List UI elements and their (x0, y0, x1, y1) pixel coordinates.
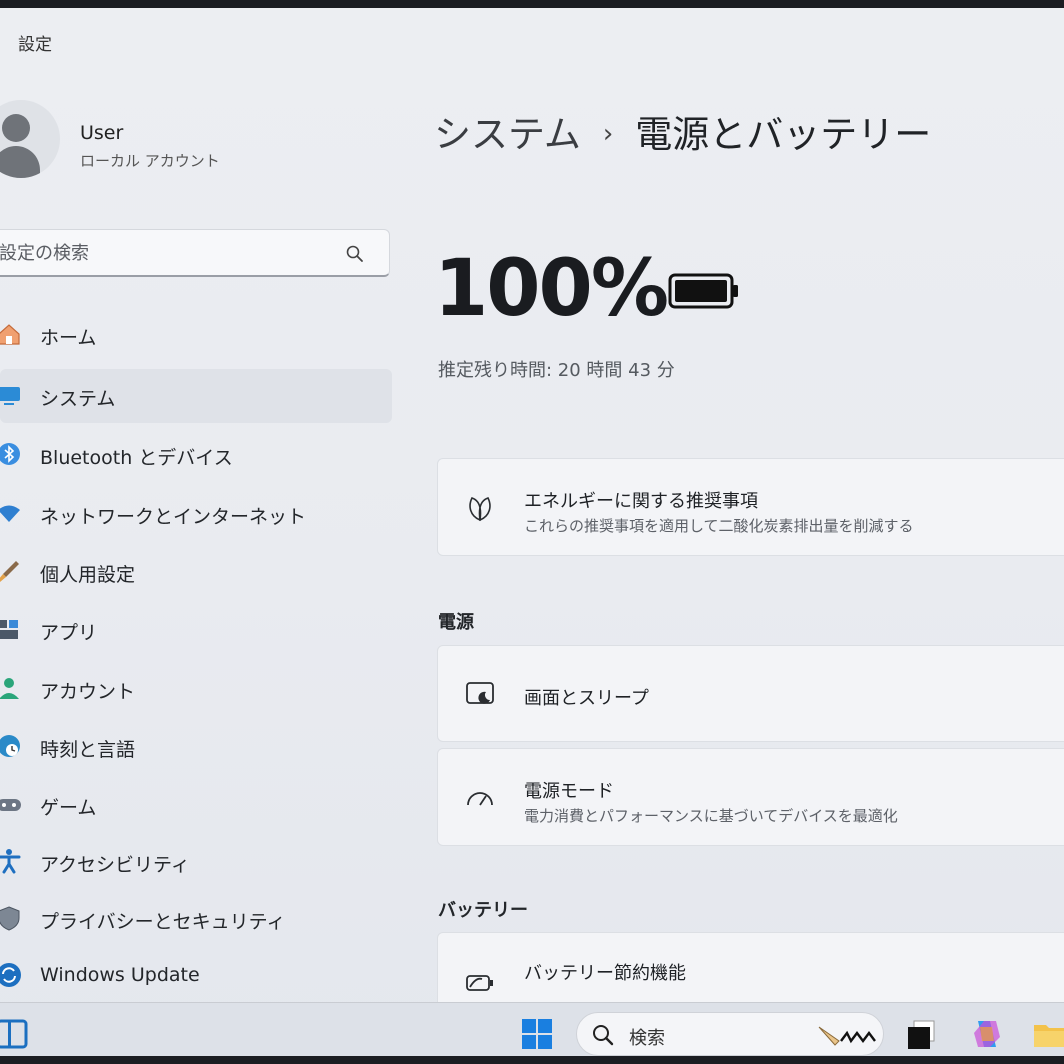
sidebar-item-label: アクセシビリティ (40, 854, 190, 876)
sidebar-item-personalization[interactable]: 個人用設定 (0, 545, 392, 599)
remaining-time: 推定残り時間: 20 時間 43 分 (438, 360, 675, 381)
apps-icon (0, 620, 18, 639)
settings-search-box[interactable] (0, 229, 390, 277)
search-input[interactable] (0, 239, 319, 267)
breadcrumb: システム › 電源とバッテリー (434, 104, 931, 158)
sidebar-item-windows-update[interactable]: Windows Update (0, 949, 392, 1003)
app-black-icon[interactable] (904, 1017, 938, 1051)
sidebar-item-label: アプリ (40, 622, 98, 644)
power-mode-card[interactable]: 電源モード 電力消費とパフォーマンスに基づいてデバイスを最適化 (437, 748, 1064, 846)
search-highlight-icon (818, 1026, 876, 1046)
sidebar-item-bluetooth[interactable]: Bluetooth とデバイス (0, 428, 392, 482)
wifi-icon (0, 505, 20, 522)
user-name: User (80, 122, 124, 144)
avatar[interactable] (0, 100, 60, 178)
start-icon[interactable] (520, 1017, 554, 1051)
page-title: 電源とバッテリー (635, 113, 932, 156)
sidebar-item-time-language[interactable]: 時刻と言語 (0, 720, 392, 774)
sidebar-item-label: システム (40, 388, 116, 410)
card-title: 電源モード (524, 781, 614, 802)
sidebar-item-apps[interactable]: アプリ (0, 603, 392, 657)
sidebar-item-label: ネットワークとインターネット (40, 506, 307, 528)
sidebar-item-accounts[interactable]: アカウント (0, 662, 392, 716)
breadcrumb-separator: › (602, 119, 614, 149)
breadcrumb-parent[interactable]: システム (434, 113, 581, 156)
sidebar-item-label: 個人用設定 (40, 564, 136, 586)
time-language-icon (0, 735, 20, 757)
sidebar-item-label: アカウント (40, 681, 136, 703)
sidebar-item-label: ゲーム (40, 797, 97, 819)
sidebar-item-label: 時刻と言語 (40, 739, 136, 761)
battery-percentage: 100% (434, 244, 669, 334)
update-icon (0, 963, 21, 987)
battery-saver-icon (466, 975, 493, 991)
screen-sleep-card[interactable]: 画面とスリープ (437, 645, 1064, 742)
search-icon[interactable] (345, 244, 365, 264)
sidebar-item-label: ホーム (40, 327, 97, 349)
shield-icon (0, 906, 20, 931)
sidebar-item-network[interactable]: ネットワークとインターネット (0, 487, 392, 541)
accessibility-icon (0, 849, 21, 874)
gamepad-icon (0, 799, 21, 811)
sidebar-item-home[interactable]: ホーム (0, 308, 392, 362)
taskbar: 検索 (0, 1002, 1064, 1056)
gauge-icon (467, 792, 493, 806)
section-header-power: 電源 (438, 612, 474, 633)
settings-window: 設定 User ローカル アカウント ホーム システム (0, 8, 1064, 1056)
sidebar-item-label: Windows Update (40, 964, 200, 986)
card-title: エネルギーに関する推奨事項 (524, 491, 758, 512)
taskbar-search-label: 検索 (629, 1028, 665, 1049)
system-icon (0, 387, 20, 405)
leaf-icon (469, 497, 491, 522)
sidebar-item-label: Bluetooth とデバイス (40, 447, 233, 469)
sidebar-item-label: プライバシーとセキュリティ (40, 911, 286, 933)
file-explorer-icon[interactable] (1032, 1017, 1064, 1051)
copilot-icon[interactable] (970, 1017, 1004, 1051)
sidebar-item-privacy[interactable]: プライバシーとセキュリティ (0, 892, 392, 946)
card-title: 画面とスリープ (524, 688, 649, 709)
widgets-icon[interactable] (0, 1019, 30, 1049)
battery-saver-card[interactable]: バッテリー節約機能 (437, 932, 1064, 1012)
energy-recommendations-card[interactable]: エネルギーに関する推奨事項 これらの推奨事項を適用して二酸化炭素排出量を削減する (437, 458, 1064, 556)
screen-sleep-icon (466, 682, 494, 704)
section-header-battery: バッテリー (438, 900, 528, 921)
taskbar-search[interactable]: 検索 (576, 1012, 884, 1056)
account-icon (0, 678, 19, 699)
battery-icon (668, 273, 738, 309)
search-icon (593, 1025, 614, 1046)
account-type: ローカル アカウント (80, 152, 220, 170)
card-title: バッテリー節約機能 (524, 963, 686, 984)
bluetooth-icon (0, 443, 20, 465)
sidebar-item-gaming[interactable]: ゲーム (0, 778, 392, 832)
card-subtitle: 電力消費とパフォーマンスに基づいてデバイスを最適化 (524, 807, 898, 825)
sidebar-item-accessibility[interactable]: アクセシビリティ (0, 835, 392, 889)
card-subtitle: これらの推奨事項を適用して二酸化炭素排出量を削減する (524, 517, 914, 535)
home-icon (0, 324, 20, 345)
sidebar-item-system[interactable]: システム (0, 369, 392, 423)
brush-icon (0, 561, 19, 582)
app-title: 設定 (18, 35, 52, 55)
